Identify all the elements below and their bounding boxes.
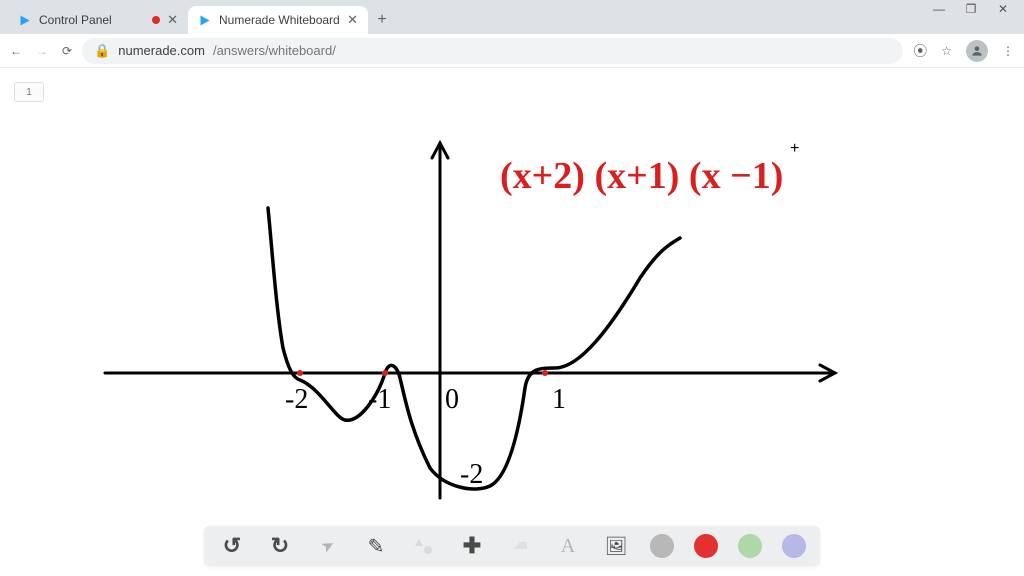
- whiteboard-content: 1 -2 -1 0 1 -2: [0, 68, 1024, 576]
- address-bar[interactable]: 🔒 numerade.com/answers/whiteboard/: [82, 38, 903, 64]
- svg-text:1: 1: [552, 384, 566, 415]
- address-bar-row: ← → ⟳ 🔒 numerade.com/answers/whiteboard/…: [0, 34, 1024, 68]
- shapes-tool[interactable]: [410, 532, 438, 560]
- back-button[interactable]: ←: [10, 44, 22, 58]
- color-purple[interactable]: [782, 534, 806, 558]
- translate-icon[interactable]: ⦿: [913, 41, 927, 61]
- whiteboard-canvas[interactable]: -2 -1 0 1 -2 (x+2) (x+1) (x −1) +: [0, 68, 1024, 576]
- profile-avatar[interactable]: [966, 40, 988, 62]
- eraser-tool[interactable]: [506, 532, 534, 560]
- favicon-icon: [18, 13, 32, 27]
- lock-icon: 🔒: [94, 43, 110, 59]
- favicon-icon: [198, 13, 212, 27]
- color-green[interactable]: [738, 534, 762, 558]
- svg-text:-2: -2: [285, 384, 308, 415]
- tab-close-icon[interactable]: ✕: [167, 12, 178, 28]
- whiteboard-toolbar: ↺ ↻ ➤ ✎ ✚ A 🖼: [204, 526, 820, 566]
- tab-title: Numerade Whiteboard: [219, 13, 340, 27]
- window-maximize[interactable]: ❐: [964, 2, 978, 18]
- shapes-icon: [414, 536, 434, 556]
- tabstrip: Control Panel ✕ Numerade Whiteboard ✕ +: [0, 0, 1024, 34]
- person-icon: [970, 44, 984, 58]
- new-tab-button[interactable]: +: [368, 6, 396, 34]
- svg-text:-1: -1: [368, 384, 391, 415]
- address-path: /answers/whiteboard/: [213, 43, 336, 58]
- undo-button[interactable]: ↺: [218, 532, 246, 560]
- color-grey[interactable]: [650, 534, 674, 558]
- tab-close-icon[interactable]: ✕: [347, 12, 358, 28]
- forward-button[interactable]: →: [36, 44, 48, 58]
- pen-tool[interactable]: ✎: [362, 532, 390, 560]
- cursor-plus-icon: +: [790, 140, 799, 157]
- root-point: [542, 370, 548, 376]
- image-tool[interactable]: 🖼: [602, 532, 630, 560]
- tab-numerade-whiteboard[interactable]: Numerade Whiteboard ✕: [188, 6, 368, 34]
- address-host: numerade.com: [118, 43, 205, 58]
- expression-text: (x+2) (x+1) (x −1): [500, 155, 783, 197]
- root-point: [382, 370, 388, 376]
- eraser-icon: [510, 539, 530, 553]
- svg-text:0: 0: [445, 384, 459, 415]
- svg-text:-2: -2: [460, 459, 483, 490]
- color-red[interactable]: [694, 534, 718, 558]
- star-icon[interactable]: ☆: [941, 44, 952, 58]
- reload-button[interactable]: ⟳: [62, 44, 72, 58]
- recording-icon: [152, 16, 160, 24]
- text-tool[interactable]: A: [554, 532, 582, 560]
- kebab-menu-icon[interactable]: ⋮: [1002, 44, 1014, 58]
- tab-title: Control Panel: [39, 13, 145, 27]
- redo-button[interactable]: ↻: [266, 532, 294, 560]
- pointer-tool[interactable]: ➤: [309, 527, 347, 565]
- root-point: [297, 370, 303, 376]
- window-controls: — ❐ ✕: [932, 0, 1024, 18]
- function-curve: [268, 208, 680, 489]
- add-tool[interactable]: ✚: [458, 532, 486, 560]
- window-minimize[interactable]: —: [932, 2, 946, 18]
- window-close[interactable]: ✕: [996, 2, 1010, 18]
- tab-control-panel[interactable]: Control Panel ✕: [8, 6, 188, 34]
